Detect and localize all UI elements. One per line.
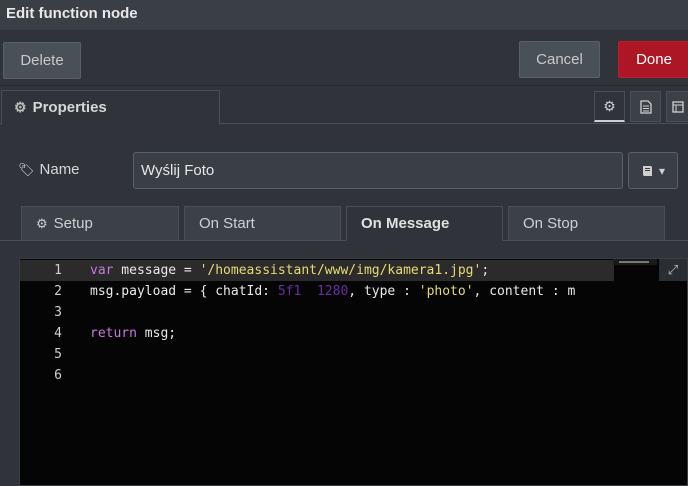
name-input[interactable] [133, 152, 623, 189]
book-icon [642, 165, 652, 176]
line-number: 3 [54, 305, 62, 320]
tab-settings[interactable]: ⚙ [594, 91, 625, 122]
expand-icon: ⤢ [667, 262, 679, 278]
library-picker-button[interactable]: ▾ [628, 152, 678, 189]
line-number: 5 [54, 347, 62, 362]
delete-button[interactable]: Delete [3, 42, 81, 79]
tab-properties-label: Properties [32, 99, 107, 116]
tab-on-message-label: On Message [361, 215, 450, 232]
line-number: 1 [54, 263, 62, 278]
done-button[interactable]: Done [618, 41, 688, 78]
line-number: 2 [54, 284, 62, 299]
tab-setup-label: Setup [53, 215, 93, 232]
tab-on-stop[interactable]: On Stop [508, 206, 665, 241]
gear-icon: ⚙ [603, 97, 616, 114]
line-number: 4 [54, 326, 62, 341]
code-text: var message = '/homeassistant/www/img/ka… [90, 263, 490, 278]
dialog-tabs: ⚙ Properties ⚙ [0, 86, 688, 125]
dialog-titlebar: Edit function node [0, 0, 688, 30]
tab-properties[interactable]: ⚙ Properties [1, 90, 220, 125]
expand-editor-button[interactable]: ⤢ [659, 259, 687, 281]
tab-description[interactable] [630, 91, 661, 122]
tab-on-stop-label: On Stop [523, 215, 579, 232]
code-line[interactable]: 6 [20, 365, 687, 386]
code-line[interactable]: 3 [20, 302, 687, 323]
tab-on-start[interactable]: On Start [184, 206, 341, 241]
code-text: return msg; [90, 326, 177, 341]
code-line[interactable]: 1 var message = '/homeassistant/www/img/… [20, 260, 614, 281]
name-row: 🏷︎ Name ▾ [0, 150, 688, 192]
cancel-button[interactable]: Cancel [519, 41, 600, 78]
code-text: msg.payload = { chatId: 5f1 1280, type :… [90, 284, 576, 299]
dialog-title: Edit function node [6, 5, 138, 22]
tag-icon: 🏷︎ [18, 161, 35, 177]
code-editor[interactable]: 1 var message = '/homeassistant/www/img/… [19, 258, 688, 486]
code-line[interactable]: 4 return msg; [20, 323, 687, 344]
code-line[interactable]: 2 msg.payload = { chatId: 5f1 1280, type… [20, 281, 687, 302]
chevron-down-icon: ▾ [658, 163, 666, 178]
document-icon [639, 99, 652, 114]
editor-minimap[interactable] [613, 259, 657, 265]
layout-icon [671, 100, 684, 113]
function-subtabs: ⚙ Setup On Start On Message On Stop [0, 206, 688, 241]
gear-icon: ⚙ [14, 99, 27, 115]
action-bar: Delete Cancel Done [0, 30, 688, 86]
name-label: 🏷︎ Name [18, 161, 80, 178]
tab-on-start-label: On Start [199, 215, 255, 232]
name-label-text: Name [39, 161, 80, 178]
line-number: 6 [54, 368, 62, 383]
tab-setup[interactable]: ⚙ Setup [21, 206, 179, 241]
gear-icon: ⚙ [36, 215, 48, 231]
tab-on-message[interactable]: On Message [346, 206, 503, 241]
tab-appearance[interactable] [666, 91, 688, 122]
code-line[interactable]: 5 [20, 344, 687, 365]
